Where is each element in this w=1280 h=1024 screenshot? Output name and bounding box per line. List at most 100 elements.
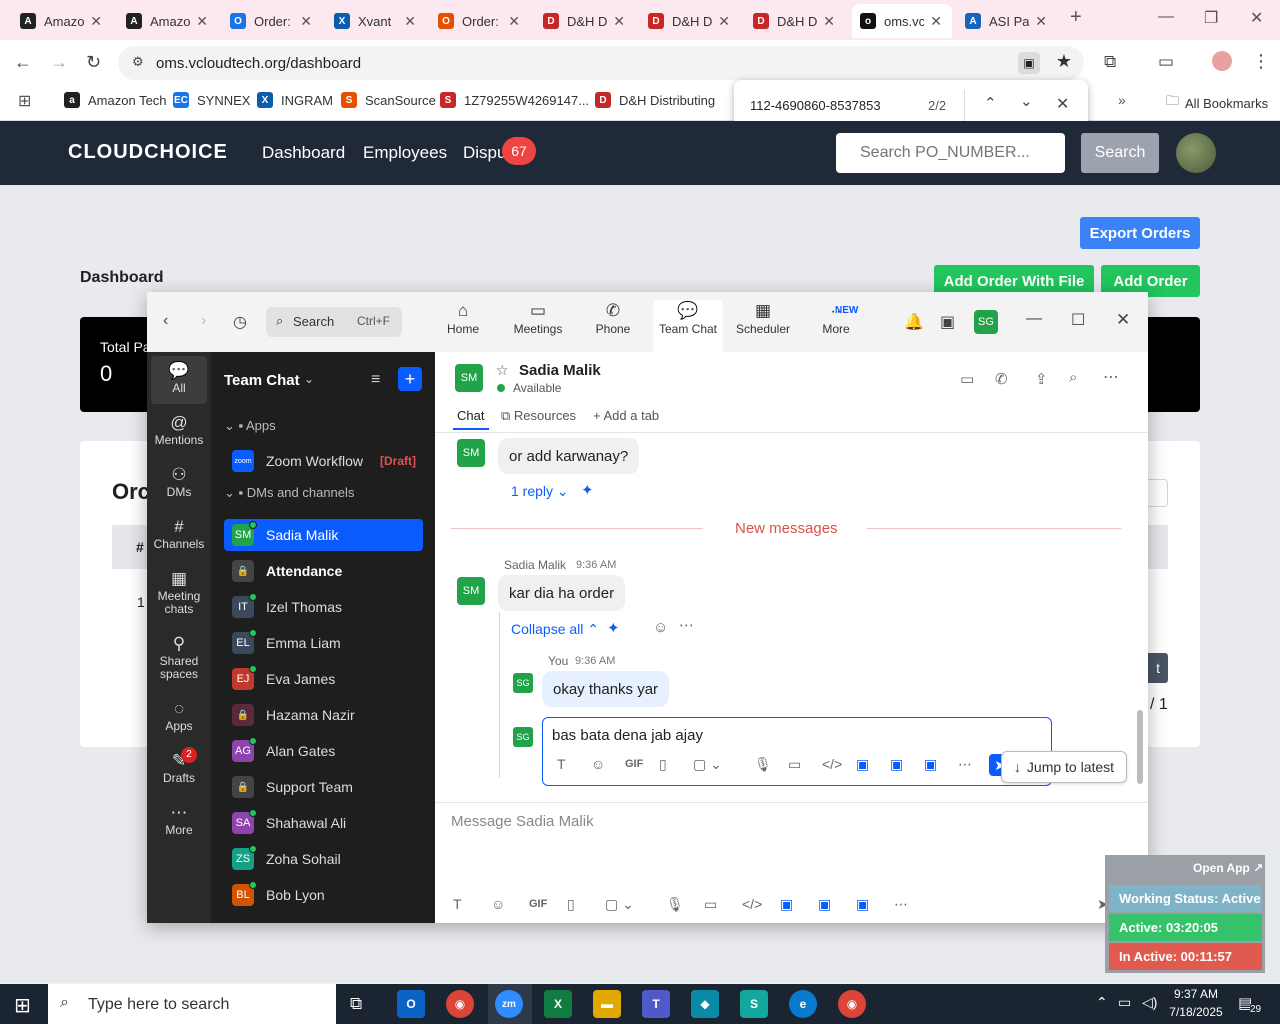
task-view-icon[interactable]: ⧉ xyxy=(350,994,362,1014)
site-info-icon[interactable]: ⚙ xyxy=(132,54,144,70)
zoom-close-icon[interactable]: ✕ xyxy=(1116,310,1130,330)
zoom-forward-icon[interactable]: › xyxy=(201,312,206,330)
emoji-icon[interactable]: ☺ xyxy=(591,756,605,772)
tab-search-icon[interactable]: ▭ xyxy=(1158,52,1174,72)
subtab-add[interactable]: + Add a tab xyxy=(593,408,659,423)
share-icon[interactable]: ⇪ xyxy=(1035,370,1048,388)
gif-icon[interactable]: GIF xyxy=(625,758,643,770)
browser-tab[interactable]: A Amazo ✕ xyxy=(118,4,218,38)
chat-scrollbar[interactable] xyxy=(1137,710,1143,784)
back-icon[interactable]: ← xyxy=(14,52,32,73)
zoom-maximize-icon[interactable]: ☐ xyxy=(1071,310,1085,330)
filter-icon[interactable]: ≡ xyxy=(371,371,380,389)
thread-reply-composer[interactable]: bas bata dena jab ajay T ☺ GIF ▯ ▢ ⌄ 🎙 ▭ </> ▣ ▣ ▣… xyxy=(542,717,1052,786)
subtab-chat[interactable]: Chat xyxy=(457,408,484,423)
apps-section-header[interactable]: ⌄ ▪ Apps xyxy=(224,418,276,434)
ai-sparkle-icon-2[interactable]: ✦ xyxy=(607,619,620,637)
star-icon[interactable]: ☆ xyxy=(496,362,509,379)
tab-scheduler[interactable]: ▦ Scheduler xyxy=(728,300,798,336)
browser-tab[interactable]: O Order: ✕ xyxy=(222,4,322,38)
phone-call-icon[interactable]: ✆ xyxy=(995,370,1008,388)
zoom-minimize-icon[interactable]: — xyxy=(1026,310,1042,328)
rail-channels[interactable]: # Channels xyxy=(151,516,207,551)
ai-sparkle-icon[interactable]: ✦ xyxy=(581,481,594,499)
zoom-back-icon[interactable]: ‹ xyxy=(163,312,168,330)
rail-dms[interactable]: ⚇ DMs xyxy=(151,464,207,499)
channel-item[interactable]: IT Izel Thomas xyxy=(224,591,423,623)
gif-icon[interactable]: GIF xyxy=(529,898,547,910)
contact-name[interactable]: Sadia Malik xyxy=(519,362,601,379)
app-two-icon[interactable]: ▣ xyxy=(818,896,831,913)
bookmark-amazon[interactable]: a Amazon Tech xyxy=(64,92,167,108)
rail-meeting-chats[interactable]: ▦ Meeting chats xyxy=(151,568,207,616)
outlook-icon[interactable]: O xyxy=(397,990,425,1018)
zoom-app-icon[interactable]: zm xyxy=(495,990,523,1018)
window-close-icon[interactable]: ✕ xyxy=(1250,8,1263,28)
app-one-icon[interactable]: ▣ xyxy=(856,756,869,773)
chevron-down-icon[interactable]: ⌄ xyxy=(304,372,314,386)
message-composer[interactable]: Message Sadia Malik xyxy=(451,813,594,830)
more-bookmarks-icon[interactable]: » xyxy=(1118,92,1126,108)
channel-item[interactable]: BL Bob Lyon xyxy=(224,879,423,911)
tab-meetings[interactable]: ▭ Meetings xyxy=(503,300,573,336)
app-two-icon[interactable]: ▣ xyxy=(890,756,903,773)
team-chat-title[interactable]: Team Chat xyxy=(224,372,300,389)
bookmark-synnex[interactable]: EC SYNNEX xyxy=(173,92,250,108)
browser-tab[interactable]: A ASI Pa ✕ xyxy=(957,4,1057,38)
file-icon[interactable]: ▯ xyxy=(567,896,575,913)
reply-link[interactable]: 1 reply ⌄ xyxy=(511,483,569,500)
bookmark-scansource[interactable]: S ScanSource xyxy=(341,92,436,108)
browser-tab[interactable]: D D&H D ✕ xyxy=(640,4,740,38)
emoji-react-icon[interactable]: ☺ xyxy=(653,619,668,636)
rail-apps[interactable]: ◌ Apps xyxy=(151,698,207,733)
new-tab-icon[interactable]: + xyxy=(1070,6,1082,29)
contact-avatar[interactable]: SM xyxy=(455,364,483,392)
tab-close-icon[interactable]: ✕ xyxy=(404,13,416,30)
tab-close-icon[interactable]: ✕ xyxy=(930,13,942,30)
menu-icon[interactable]: ⋮ xyxy=(1252,51,1270,72)
tab-close-icon[interactable]: ✕ xyxy=(613,13,625,30)
taskbar-search[interactable]: ⌕ Type here to search xyxy=(48,984,336,1024)
clock-time[interactable]: 9:37 AM xyxy=(1168,987,1224,1001)
compose-plus-icon[interactable]: + xyxy=(398,367,422,391)
tray-chevron-icon[interactable]: ⌃ xyxy=(1096,994,1108,1011)
screenshot-icon[interactable]: ▢ ⌄ xyxy=(605,896,634,913)
browser-tab[interactable]: O Order: ✕ xyxy=(430,4,530,38)
code-icon[interactable]: </> xyxy=(742,896,762,912)
browser-tab[interactable]: X Xvant ✕ xyxy=(326,4,426,38)
toolbar-more-icon[interactable]: ⋯ xyxy=(894,896,908,913)
message-more-icon[interactable]: ⋯ xyxy=(679,616,694,634)
zoom-profile[interactable]: SG xyxy=(974,310,998,334)
browser-tab[interactable]: A Amazo ✕ xyxy=(12,4,112,38)
search-button[interactable]: Search xyxy=(1081,133,1159,173)
chrome-icon[interactable]: ◉ xyxy=(446,990,474,1018)
tab-close-icon[interactable]: ✕ xyxy=(823,13,835,30)
tab-close-icon[interactable]: ✕ xyxy=(1035,13,1047,30)
clock-date[interactable]: 7/18/2025 xyxy=(1166,1005,1226,1019)
app-three-icon[interactable]: ▣ xyxy=(856,896,869,913)
nav-disputes[interactable]: Dispu xyxy=(463,143,506,163)
reload-icon[interactable]: ↻ xyxy=(86,52,101,73)
zoom-workflow-item[interactable]: zoom Zoom Workflow [Draft] xyxy=(224,445,423,477)
bookmark-dh[interactable]: D D&H Distributing xyxy=(595,92,715,108)
mic-icon[interactable]: 🎙 xyxy=(666,896,684,913)
channel-item[interactable]: AG Alan Gates xyxy=(224,735,423,767)
export-orders-button[interactable]: Export Orders xyxy=(1080,217,1200,249)
channel-item[interactable]: 🔒 Attendance xyxy=(224,555,423,587)
user-avatar[interactable] xyxy=(1176,133,1216,173)
network-icon[interactable]: ▭ xyxy=(1118,994,1131,1011)
all-bookmarks[interactable]: 🗀 All Bookmarks xyxy=(1166,92,1268,114)
app-s-icon[interactable]: S xyxy=(740,990,768,1018)
browser-tab[interactable]: D D&H D ✕ xyxy=(535,4,635,38)
excel-icon[interactable]: X xyxy=(544,990,572,1018)
browser-tab[interactable]: o oms.vc ✕ xyxy=(852,4,952,38)
chat-more-icon[interactable]: ⋯ xyxy=(1103,367,1119,387)
video-clip-icon[interactable]: ▭ xyxy=(704,896,717,913)
channel-item[interactable]: SM Sadia Malik xyxy=(224,519,423,551)
subtab-resources[interactable]: ⧉ Resources xyxy=(501,408,576,424)
tab-home[interactable]: ⌂ Home xyxy=(428,300,498,336)
tab-team-chat[interactable]: 💬 Team Chat xyxy=(653,300,723,352)
bookmark-ingram[interactable]: X INGRAM xyxy=(257,92,333,108)
app-diamond-icon[interactable]: ◆ xyxy=(691,990,719,1018)
video-call-icon[interactable]: ▭ xyxy=(960,370,974,388)
